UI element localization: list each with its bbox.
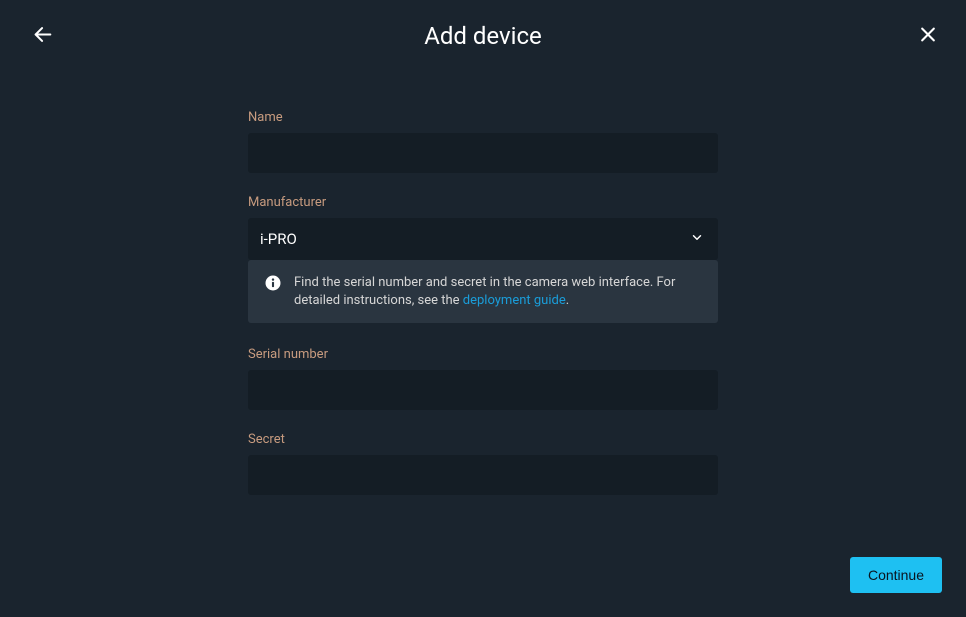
close-button[interactable]	[914, 21, 942, 52]
manufacturer-value: i-PRO	[260, 230, 297, 248]
manufacturer-select-wrapper: i-PRO	[248, 218, 718, 260]
secret-field-group: Secret	[248, 432, 718, 495]
name-field-group: Name	[248, 110, 718, 173]
info-icon	[264, 274, 282, 309]
arrow-left-icon	[32, 24, 54, 49]
dialog-footer: Continue	[850, 557, 942, 593]
name-label: Name	[248, 110, 718, 125]
info-text-suffix: .	[566, 293, 569, 308]
secret-label: Secret	[248, 432, 718, 447]
info-text: Find the serial number and secret in the…	[294, 274, 702, 309]
serial-label: Serial number	[248, 347, 718, 362]
deployment-guide-link[interactable]: deployment guide	[463, 293, 566, 308]
manufacturer-select[interactable]: i-PRO	[248, 218, 718, 260]
serial-input[interactable]	[248, 370, 718, 410]
form-container: Name Manufacturer i-PRO Find the serial	[248, 110, 718, 495]
manufacturer-field-group: Manufacturer i-PRO	[248, 195, 718, 260]
dialog-header: Add device	[0, 0, 966, 72]
serial-field-group: Serial number	[248, 347, 718, 410]
secret-input[interactable]	[248, 455, 718, 495]
continue-button[interactable]: Continue	[850, 557, 942, 593]
manufacturer-label: Manufacturer	[248, 195, 718, 210]
close-icon	[918, 25, 938, 48]
dialog-title: Add device	[424, 22, 542, 50]
name-input[interactable]	[248, 133, 718, 173]
info-box: Find the serial number and secret in the…	[248, 260, 718, 323]
back-button[interactable]	[28, 20, 58, 53]
